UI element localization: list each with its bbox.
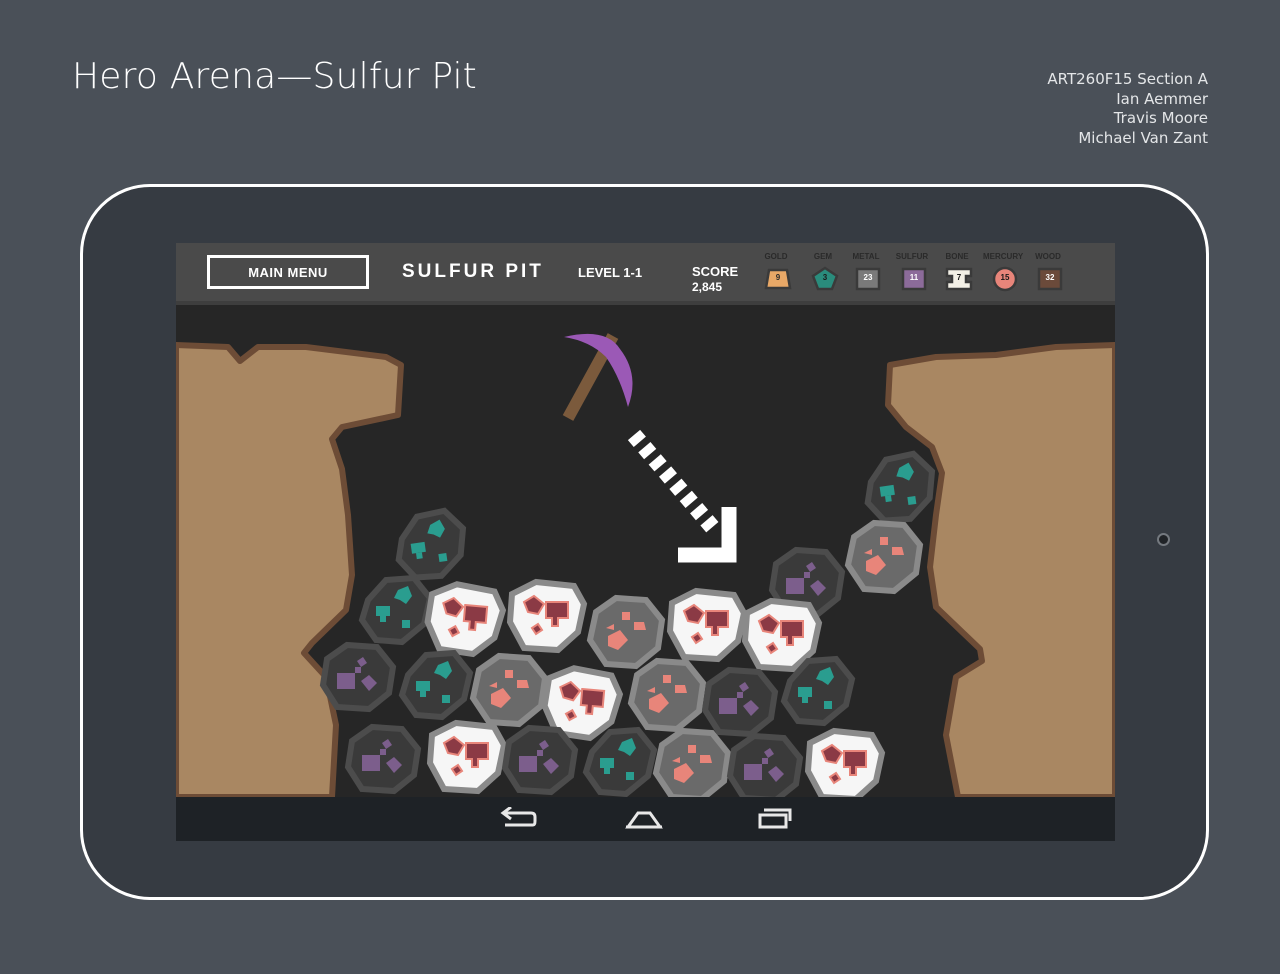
- resource-mercury: MERCURY 15: [983, 252, 1023, 296]
- score-value: 2,845: [692, 280, 723, 294]
- sulfur-ore-rock[interactable]: [323, 645, 393, 709]
- game-screen: MAIN MENU SULFUR PIT LEVEL 1-1 SCORE 2,8…: [176, 243, 1115, 841]
- resource-wood: WOOD 32: [1028, 252, 1068, 296]
- credits-block: ART260F15 Section A Ian Aemmer Travis Mo…: [1047, 70, 1208, 148]
- resource-sulfur-count: 11: [909, 273, 919, 282]
- resource-gold-label: GOLD: [764, 252, 788, 261]
- resource-gold-count: 9: [775, 273, 781, 282]
- bone-ore-rock[interactable]: [808, 731, 882, 797]
- camera-icon: [1157, 533, 1170, 546]
- mercury-ore-rock[interactable]: [473, 656, 545, 724]
- sulfur-ore-rock[interactable]: [730, 736, 800, 797]
- sulfur-ore-rock[interactable]: [705, 670, 775, 734]
- resource-metal-label: METAL: [852, 252, 880, 261]
- recents-icon[interactable]: [752, 807, 792, 831]
- resource-gem-count: 3: [822, 273, 828, 282]
- resource-bone-count: 7: [956, 273, 962, 282]
- mercury-ore-rock[interactable]: [590, 598, 662, 666]
- page-title: Hero Arena—Sulfur Pit: [72, 56, 477, 97]
- resource-metal: METAL 23: [846, 252, 886, 296]
- score-label: SCORE: [692, 264, 739, 279]
- resource-gold: GOLD 9: [756, 252, 796, 296]
- level-title: SULFUR PIT: [402, 261, 544, 282]
- resource-gem: GEM 3: [803, 252, 843, 296]
- bone-ore-rock[interactable]: [670, 591, 744, 659]
- credit-author-3: Michael Van Zant: [1078, 128, 1208, 147]
- credit-course: ART260F15 Section A: [1047, 70, 1208, 88]
- resource-mercury-count: 15: [1000, 273, 1010, 282]
- back-arrow-icon[interactable]: [497, 807, 537, 831]
- mercury-ore-rock[interactable]: [631, 661, 703, 729]
- resource-bone: BONE 7: [937, 252, 977, 296]
- resource-wood-count: 32: [1045, 273, 1055, 282]
- resource-sulfur-label: SULFUR: [895, 252, 929, 261]
- level-label: LEVEL 1-1: [578, 265, 643, 280]
- main-menu-button[interactable]: MAIN MENU: [207, 255, 369, 289]
- mercury-ore-rock[interactable]: [848, 523, 920, 591]
- mining-pit[interactable]: [176, 305, 1115, 797]
- resource-wood-label: WOOD: [1035, 252, 1061, 261]
- resource-metal-count: 23: [863, 273, 873, 282]
- android-nav-bar: [176, 797, 1115, 841]
- mercury-ore-rock[interactable]: [656, 731, 728, 797]
- resource-bone-label: BONE: [945, 252, 969, 261]
- bone-ore-rock[interactable]: [510, 582, 584, 650]
- credit-author-1: Ian Aemmer: [1116, 89, 1208, 108]
- resource-sulfur: SULFUR 11: [892, 252, 932, 296]
- bone-ore-rock[interactable]: [430, 723, 504, 791]
- hud-bar: MAIN MENU SULFUR PIT LEVEL 1-1 SCORE 2,8…: [176, 243, 1115, 305]
- sulfur-ore-rock[interactable]: [505, 728, 575, 792]
- home-icon[interactable]: [624, 807, 664, 831]
- sulfur-ore-rock[interactable]: [348, 727, 418, 791]
- resource-gem-label: GEM: [813, 252, 833, 261]
- resource-mercury-label: MERCURY: [983, 252, 1024, 261]
- credit-author-2: Travis Moore: [1113, 109, 1208, 127]
